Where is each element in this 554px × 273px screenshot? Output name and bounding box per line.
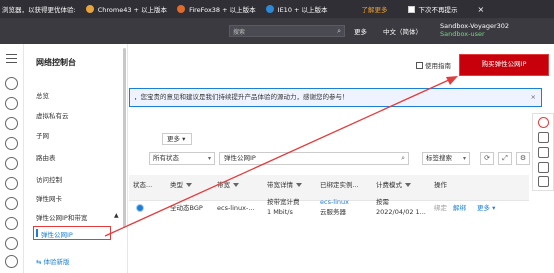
firefox-icon [177, 5, 186, 13]
more-actions-button[interactable]: 更多 ▾ [162, 133, 192, 145]
chevron-down-icon: ▾ [462, 155, 466, 162]
row-instance-type: 云服务器 [320, 208, 346, 216]
eip-search-input[interactable]: 弹性公网IP ⌕ [219, 152, 409, 165]
status-filter-select[interactable]: 所有状态 ▾ [149, 152, 215, 165]
refresh-button[interactable]: ⟳ [480, 152, 494, 165]
chevron-down-icon: ▾ [207, 155, 211, 162]
sidebar-item-route-table[interactable]: 路由表 [36, 152, 56, 162]
network-icon[interactable] [5, 177, 18, 190]
cloud-icon[interactable] [5, 197, 18, 210]
sidebar-item-subnet[interactable]: 子网 [36, 130, 49, 140]
cloud-icon[interactable] [5, 117, 18, 130]
chart-icon[interactable] [5, 255, 18, 268]
filter-icon[interactable] [296, 183, 302, 187]
filter-icon[interactable] [186, 183, 192, 187]
user-name: Sandbox-user [440, 30, 485, 38]
row-bw-detail-billing: 按带宽计费 [267, 198, 300, 206]
ie-icon [265, 5, 274, 13]
chevron-down-icon: ▾ [182, 135, 186, 143]
book-icon [416, 62, 423, 69]
cloud-icon[interactable] [5, 157, 18, 170]
main-content: 使用指南 购买弹性公网IP ，您宝贵的意见和建议是我们持续提升产品体验的源动力，… [129, 44, 554, 273]
account-menu[interactable]: Sandbox-Voyager302 Sandbox-user [440, 22, 509, 38]
tag-search-dropdown[interactable]: 标签搜索 ▾ [422, 152, 470, 165]
row-instance-link[interactable]: ecs-linux [320, 198, 349, 207]
search-icon[interactable]: ⌕ [401, 153, 405, 164]
top-header: 搜索 ⌕ 更多 中文（简体） Sandbox-Voyager302 Sandbo… [0, 18, 554, 44]
browser-notice-bar: 浏览器，以获得更优体验: Chrome43 + 以上版本 FireFox38 +… [0, 0, 554, 18]
document-icon[interactable] [538, 176, 549, 187]
cloud-icon[interactable] [5, 77, 18, 90]
sidebar-item-vpc[interactable]: 虚拟私有云 [36, 110, 69, 120]
col-type[interactable]: 类型 [170, 181, 192, 190]
chat-icon[interactable] [538, 132, 549, 143]
row-type: 全动态BGP [170, 204, 203, 212]
user-guide-link[interactable]: 使用指南 [416, 60, 451, 70]
search-input[interactable]: 搜索 ⌕ [229, 25, 345, 37]
headset-icon[interactable] [538, 147, 549, 158]
close-notice-button[interactable]: × [478, 5, 485, 14]
header-more-menu[interactable]: 更多 [354, 26, 367, 36]
server-icon[interactable] [5, 97, 18, 110]
col-billing-mode[interactable]: 计费模式 [376, 181, 411, 190]
sidebar-item-overview[interactable]: 总览 [36, 90, 49, 100]
banner-text: ，您宝贵的意见和建议是我们持续提升产品体验的源动力，感谢您的参与！ [134, 93, 349, 101]
settings-button[interactable]: ⚙ [516, 152, 530, 165]
menu-icon[interactable] [6, 54, 17, 63]
right-float-toolbar [532, 113, 554, 191]
account-name: Sandbox-Voyager302 [440, 22, 510, 30]
sidebar-item-eni[interactable]: 弹性网卡 [36, 193, 62, 203]
browser-chrome[interactable]: Chrome43 + 以上版本 [85, 4, 167, 14]
notice-text: 浏览器，以获得更优体验: [2, 6, 76, 14]
collapse-arrow-icon[interactable]: ▲ [114, 212, 119, 219]
switch-icon: ⇆ [36, 258, 42, 266]
cloud-icon[interactable] [5, 237, 18, 250]
buy-eip-button[interactable]: 购买弹性公网IP [459, 54, 549, 76]
row-more-button[interactable]: 更多 ▾ [477, 204, 495, 213]
export-button[interactable]: ⤢ [498, 152, 512, 165]
no-more-label: 下次不再提示 [418, 6, 458, 14]
col-bandwidth-detail[interactable]: 带宽详情 [267, 181, 302, 190]
search-icon[interactable]: ⌕ [337, 27, 341, 36]
col-bandwidth[interactable]: 带宽 [217, 181, 239, 190]
row-bw-detail-size: 1 Mbit/s [267, 208, 293, 216]
service-icon-rail [0, 44, 24, 273]
sidebar-item-eip[interactable]: 弹性公网IP [33, 226, 111, 240]
row-billing-time: 2022/04/02 1... [376, 208, 426, 216]
language-selector[interactable]: 中文（简体） [383, 26, 422, 36]
network-console-sidebar: 网络控制台 总览 虚拟私有云 子网 路由表 访问控制 弹性网卡 弹性公网IP和带… [25, 44, 128, 273]
gear-icon: ⚙ [519, 154, 527, 162]
col-status[interactable]: 状态... [133, 181, 152, 190]
sidebar-group-eip-bandwidth[interactable]: 弹性公网IP和带宽 ▲ [36, 212, 119, 222]
no-more-checkbox[interactable] [407, 5, 415, 13]
shield-icon[interactable] [5, 217, 18, 230]
row-billing-mode: 按需 [376, 198, 389, 206]
database-icon[interactable] [5, 137, 18, 150]
browser-ie[interactable]: IE10 + 以上版本 [265, 4, 328, 14]
bind-button[interactable]: 绑定 [434, 204, 447, 213]
col-bound-instance[interactable]: 已绑定实例... [320, 181, 359, 190]
eip-status-icon [136, 204, 144, 212]
filter-icon[interactable] [405, 183, 411, 187]
filter-icon[interactable] [233, 183, 239, 187]
col-operation: 操作 [434, 181, 447, 189]
chrome-icon [85, 5, 94, 13]
support-icon[interactable] [538, 117, 549, 128]
sidebar-item-access-control[interactable]: 访问控制 [36, 174, 62, 184]
feedback-banner: ，您宝贵的意见和建议是我们持续提升产品体验的源动力，感谢您的参与！ × [129, 88, 542, 107]
unbind-button[interactable]: 解绑 [453, 204, 466, 213]
switch-version-link[interactable]: ⇆ 体验新版 [36, 256, 70, 266]
feedback-icon[interactable] [538, 162, 549, 173]
browser-firefox[interactable]: FireFox38 + 以上版本 [177, 4, 256, 14]
sidebar-title: 网络控制台 [36, 58, 76, 67]
sidebar-scrollbar[interactable] [123, 48, 126, 228]
learn-more-link[interactable]: 了解更多 [362, 4, 388, 14]
row-bandwidth: ecs-linux-... [217, 204, 255, 212]
close-banner-button[interactable]: × [531, 89, 536, 106]
